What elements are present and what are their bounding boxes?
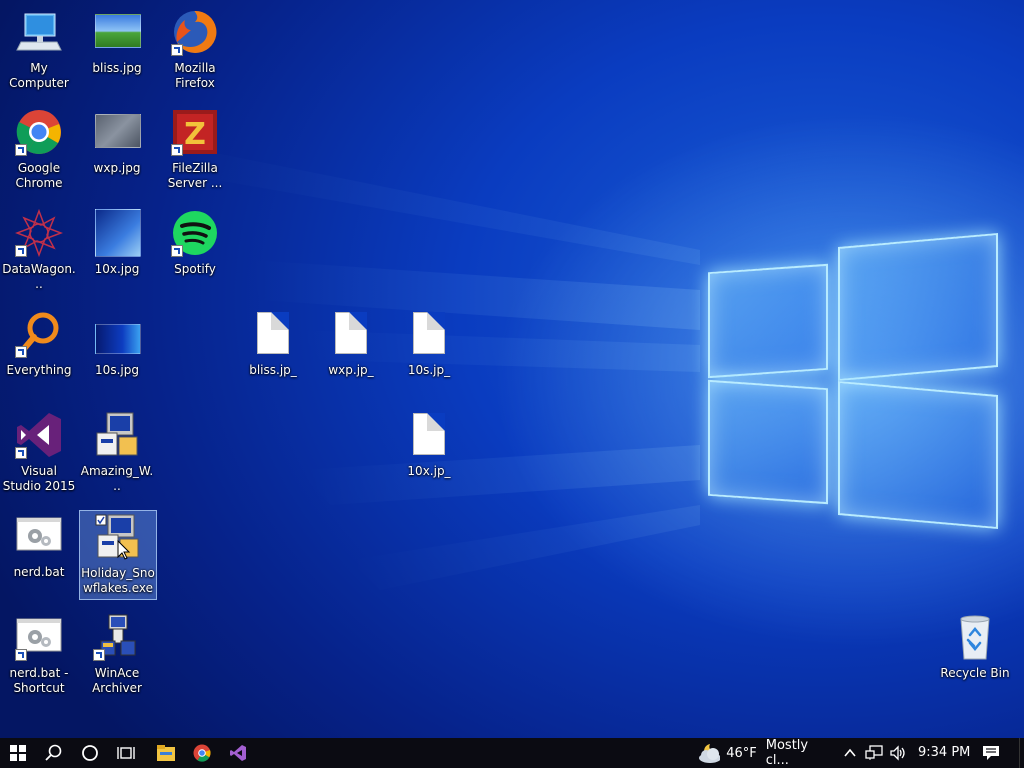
- blank-file-icon: [405, 411, 453, 459]
- datawagon-star-icon: [14, 208, 64, 258]
- action-center-button[interactable]: [976, 738, 1006, 768]
- image-thumbnail-wxp: [93, 108, 141, 156]
- task-view-button[interactable]: [108, 738, 144, 768]
- speaker-icon: [890, 745, 905, 761]
- desktop-icon-10x-jpg[interactable]: 10x.jpg: [79, 209, 155, 277]
- firefox-icon: [171, 8, 219, 56]
- shortcut-arrow-icon: [171, 44, 183, 56]
- everything-magnifier-icon: [15, 310, 63, 358]
- installer-computer-icon: [94, 513, 142, 561]
- image-thumbnail-bliss: [93, 8, 141, 56]
- shortcut-arrow-icon: [15, 245, 27, 257]
- volume-button[interactable]: [886, 738, 910, 768]
- shortcut-arrow-icon: [171, 245, 183, 257]
- winace-archiver-icon: [93, 613, 141, 661]
- show-hidden-icons-button[interactable]: [840, 738, 860, 768]
- spotify-icon: [171, 209, 219, 257]
- taskbar-file-explorer[interactable]: [148, 738, 184, 768]
- chevron-up-icon: [844, 748, 856, 757]
- recycle-bin-icon: [951, 613, 999, 661]
- shortcut-arrow-icon: [15, 447, 27, 459]
- start-button[interactable]: [0, 738, 36, 768]
- desktop-icon-wxp-jp_[interactable]: wxp.jp_: [313, 310, 389, 378]
- file-explorer-icon: [157, 745, 175, 761]
- wallpaper-windows-logo: [690, 220, 1024, 540]
- blank-file-icon: [249, 310, 297, 358]
- taskbar-visual-studio[interactable]: [220, 738, 256, 768]
- network-icon: [865, 745, 883, 760]
- partly-cloudy-moon-icon: [699, 744, 721, 763]
- show-desktop-button[interactable]: [1019, 738, 1024, 768]
- desktop-icon-holiday-snowflakes[interactable]: Holiday_Snowflakes.exe: [79, 510, 157, 600]
- batch-file-gear-icon: [15, 512, 63, 560]
- desktop-icon-my-computer[interactable]: My Computer: [1, 8, 77, 91]
- image-thumbnail-10s: [93, 310, 141, 358]
- computer-icon: [15, 8, 63, 56]
- desktop-icon-10x-jp_[interactable]: 10x.jp_: [391, 411, 467, 479]
- desktop-icon-visual-studio-2015[interactable]: Visual Studio 2015: [1, 411, 77, 494]
- desktop-icon-winace-archiver[interactable]: WinAce Archiver: [79, 613, 155, 696]
- taskbar-chrome[interactable]: [184, 738, 220, 768]
- network-button[interactable]: [862, 738, 886, 768]
- visual-studio-icon: [230, 745, 246, 761]
- svg-text:Z: Z: [184, 117, 206, 152]
- task-view-icon: [117, 747, 135, 759]
- shortcut-arrow-icon: [15, 144, 27, 156]
- desktop-icon-spotify[interactable]: Spotify: [157, 209, 233, 277]
- installer-computer-icon: [93, 411, 141, 459]
- cortana-button[interactable]: [72, 738, 108, 768]
- taskbar: 46°F Mostly cl... 9:34 PM: [0, 738, 1024, 768]
- desktop-icon-datawagon[interactable]: DataWagon...: [1, 208, 77, 292]
- desktop-icon-bliss-jpg[interactable]: bliss.jpg: [79, 8, 155, 76]
- search-icon: [45, 744, 62, 761]
- desktop-icon-filezilla-server[interactable]: Z FileZilla Server ...: [157, 108, 233, 191]
- search-button[interactable]: [36, 738, 72, 768]
- desktop-icon-nerd-bat-shortcut[interactable]: nerd.bat - Shortcut: [1, 613, 77, 696]
- desktop-icon-recycle-bin[interactable]: Recycle Bin: [937, 613, 1013, 681]
- desktop-icon-google-chrome[interactable]: Google Chrome: [1, 108, 77, 191]
- shortcut-arrow-icon: [15, 346, 27, 358]
- desktop-icon-10s-jpg[interactable]: 10s.jpg: [79, 310, 155, 378]
- desktop-icon-10s-jp_[interactable]: 10s.jp_: [391, 310, 467, 378]
- windows-logo-icon: [10, 745, 26, 761]
- shortcut-arrow-icon: [171, 144, 183, 156]
- desktop-icon-wxp-jpg[interactable]: wxp.jpg: [79, 108, 155, 176]
- chrome-icon: [193, 744, 211, 762]
- image-thumbnail-10x: [93, 209, 141, 257]
- chrome-icon: [15, 108, 63, 156]
- visual-studio-icon: [15, 411, 63, 459]
- filezilla-icon: Z: [171, 108, 219, 156]
- cortana-circle-icon: [82, 745, 98, 761]
- desktop-icon-bliss-jp_[interactable]: bliss.jp_: [235, 310, 311, 378]
- desktop-icon-mozilla-firefox[interactable]: Mozilla Firefox: [157, 8, 233, 91]
- shortcut-arrow-icon: [93, 649, 105, 661]
- desktop-icon-nerd-bat[interactable]: nerd.bat: [1, 512, 77, 580]
- batch-file-gear-icon: [15, 613, 63, 661]
- shortcut-arrow-icon: [15, 649, 27, 661]
- weather-widget[interactable]: 46°F Mostly cl...: [696, 738, 826, 768]
- blank-file-icon: [405, 310, 453, 358]
- clock[interactable]: 9:34 PM: [918, 745, 970, 760]
- desktop-icon-amazing-w[interactable]: Amazing_W...: [79, 411, 155, 494]
- notification-icon: [983, 746, 999, 760]
- desktop-icon-everything[interactable]: Everything: [1, 310, 77, 378]
- blank-file-icon: [327, 310, 375, 358]
